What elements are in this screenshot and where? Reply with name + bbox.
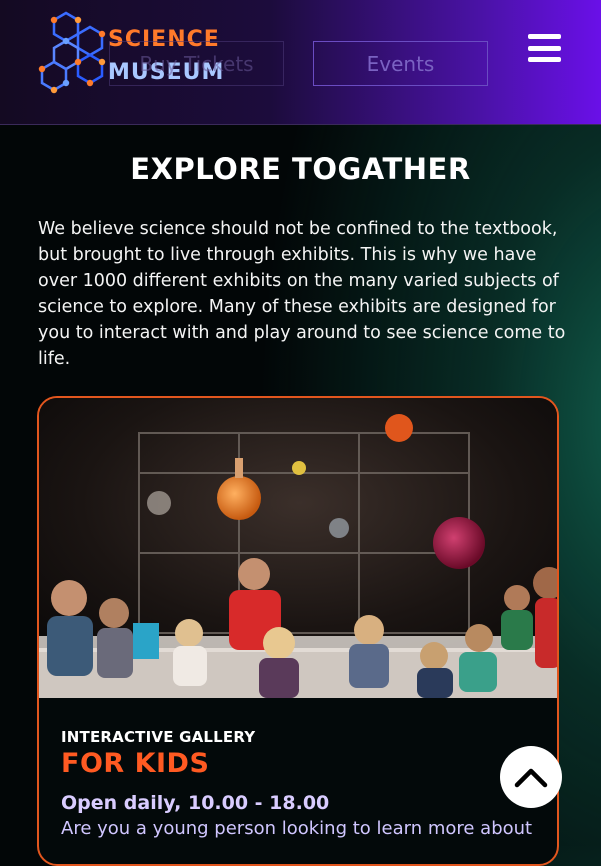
interactive-gallery-photo <box>39 398 557 698</box>
card-opening-hours: Open daily, 10.00 - 18.00 <box>61 792 330 814</box>
hamburger-icon[interactable] <box>528 34 561 62</box>
section-title: EXPLORE TOGATHER <box>130 152 471 186</box>
events-button[interactable]: Events <box>313 41 488 86</box>
gallery-card-for-kids[interactable]: INTERACTIVE GALLERY FOR KIDS Open daily,… <box>37 396 559 866</box>
chevron-up-icon <box>514 768 548 788</box>
buy-tickets-button[interactable]: Buy Tickets <box>109 41 284 86</box>
site-header: SCIENCE MUSEUM Buy Tickets Events <box>0 0 601 125</box>
hexagon-molecule-icon <box>38 11 106 94</box>
scroll-to-top-button[interactable] <box>500 746 562 808</box>
card-kicker: INTERACTIVE GALLERY <box>61 728 256 746</box>
card-title: FOR KIDS <box>61 748 210 779</box>
intro-paragraph: We believe science should not be confine… <box>38 219 566 369</box>
card-description: Are you a young person looking to learn … <box>61 818 533 839</box>
